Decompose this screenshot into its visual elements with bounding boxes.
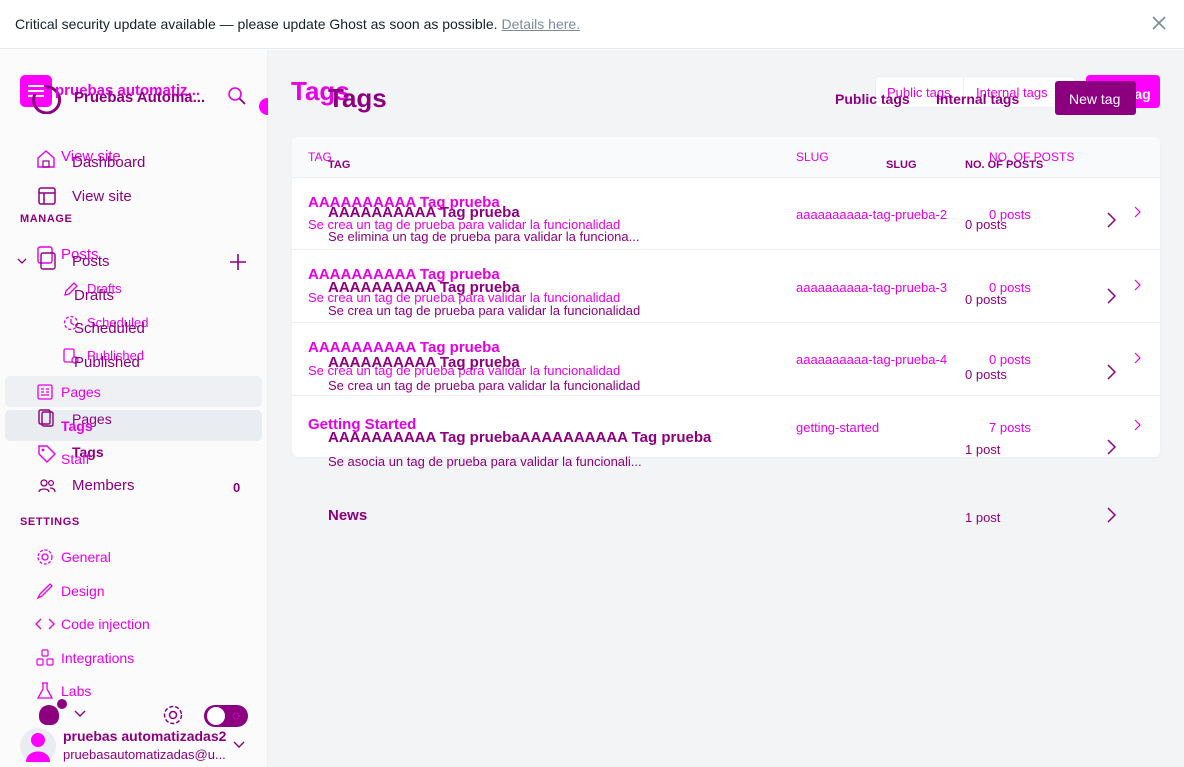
flask-icon — [36, 682, 54, 699]
new-tag-label-secondary[interactable]: New tag — [1069, 91, 1120, 107]
sidebar-item-dashboard[interactable]: Dashboard — [72, 154, 145, 171]
tag-name-secondary[interactable]: News — [328, 507, 367, 524]
tag-slug: aaaaaaaaaa-tag-prueba-2 — [796, 207, 948, 222]
layout-icon — [38, 187, 56, 205]
col-tag-secondary: TAG — [328, 159, 351, 171]
user-avatar-small[interactable] — [39, 705, 59, 725]
manage-section-label: MANAGE — [20, 213, 73, 225]
pages-icon — [37, 384, 53, 400]
tab-internal-tags-secondary[interactable]: Internal tags — [936, 91, 1019, 107]
chevron-right-icon[interactable] — [1106, 507, 1116, 523]
chevron-right-icon[interactable] — [1106, 439, 1116, 455]
col-slug-secondary: SLUG — [886, 159, 917, 171]
tag-post-count-secondary: 1 post — [965, 510, 1001, 525]
tag-slug: aaaaaaaaaa-tag-prueba-3 — [796, 280, 948, 295]
toggle-knob — [207, 707, 225, 725]
tag-description-secondary: Se elimina un tag de prueba para validar… — [328, 229, 640, 244]
col-slug: SLUG — [796, 150, 829, 164]
moon-icon — [232, 712, 240, 720]
sidebar-item-view-site[interactable]: View site — [72, 188, 132, 205]
col-posts-secondary: NO. OF POSTS — [965, 159, 1044, 171]
site-title-secondary[interactable]: Pruebas Automa... — [74, 89, 205, 106]
banner-details-link[interactable]: Details here. — [502, 16, 581, 32]
tag-name-secondary[interactable]: AAAAAAAAAA Tag pruebaAAAAAAAAAA Tag prue… — [328, 429, 711, 446]
tag-slug: getting-started — [796, 420, 880, 435]
banner-message: Critical security update available — ple… — [15, 16, 580, 32]
chevron-right-icon[interactable] — [1106, 212, 1116, 228]
gear-icon — [37, 549, 53, 565]
tag-name-secondary[interactable]: AAAAAAAAAA Tag prueba — [328, 354, 520, 371]
tag-icon — [38, 445, 56, 463]
search-icon[interactable] — [227, 86, 247, 106]
settings-gear-icon[interactable] — [162, 704, 184, 726]
chevron-right-icon[interactable] — [1106, 288, 1116, 304]
sidebar-item-code-injection[interactable]: Code injection — [61, 616, 150, 632]
close-icon[interactable] — [1151, 15, 1167, 31]
tab-public-tags-secondary[interactable]: Public tags — [835, 91, 910, 107]
chevron-down-icon[interactable] — [17, 257, 27, 265]
code-icon — [35, 618, 55, 630]
chevron-right-icon[interactable] — [1133, 279, 1141, 291]
user-email: pruebasautomatizadas@u... — [63, 747, 226, 762]
chevron-right-icon[interactable] — [1133, 206, 1141, 218]
members-count-badge: 0 — [233, 480, 241, 495]
tag-name-secondary[interactable]: AAAAAAAAAA Tag prueba — [328, 279, 520, 296]
user-name[interactable]: pruebas automatizadas2 — [63, 728, 226, 744]
tag-name-secondary[interactable]: AAAAAAAAAA Tag prueba — [328, 204, 520, 221]
integrations-icon — [36, 649, 54, 666]
tag-post-count-secondary: 0 posts — [965, 292, 1007, 307]
tag-post-count: 7 posts — [989, 420, 1031, 435]
tags-label[interactable]: Tags — [61, 418, 93, 434]
page-title-secondary: Tags — [328, 83, 387, 113]
tag-post-count-secondary: 0 posts — [965, 367, 1007, 382]
sidebar-item-drafts[interactable]: Drafts — [74, 287, 114, 304]
sidebar-item-published[interactable]: Published — [74, 354, 140, 371]
home-icon — [37, 150, 55, 168]
chevron-right-icon[interactable] — [1106, 364, 1116, 380]
tag-description-secondary: Se crea un tag de prueba para validar la… — [328, 303, 641, 318]
posts-icon — [37, 246, 56, 270]
add-post-icon[interactable] — [229, 253, 247, 271]
sidebar-item-design[interactable]: Design — [61, 583, 105, 599]
chevron-down-icon[interactable] — [74, 710, 86, 718]
row-divider — [292, 249, 1160, 250]
row-divider — [292, 395, 1160, 396]
tag-post-count-secondary: 0 posts — [965, 217, 1007, 232]
pages-icon-secondary — [38, 409, 54, 427]
user-icon — [26, 733, 50, 762]
sidebar-item-general[interactable]: General — [61, 549, 111, 565]
sidebar-item-scheduled[interactable]: Scheduled — [74, 320, 145, 337]
sidebar-item-integrations[interactable]: Integrations — [61, 650, 134, 666]
chevron-right-icon[interactable] — [1133, 352, 1141, 364]
sidebar-item-labs[interactable]: Labs — [61, 683, 91, 699]
pages-label[interactable]: Pages — [61, 384, 101, 400]
banner-text: Critical security update available — ple… — [15, 16, 498, 32]
chevron-right-icon[interactable] — [1133, 419, 1141, 431]
members-icon — [38, 479, 56, 493]
tag-description-secondary: Se crea un tag de prueba para validar la… — [328, 378, 641, 393]
brush-icon — [36, 583, 53, 600]
sidebar-item-posts[interactable]: Posts — [72, 253, 110, 270]
sidebar-item-staff[interactable]: Staff — [61, 451, 90, 467]
tag-post-count: 0 posts — [989, 352, 1031, 367]
tag-slug: aaaaaaaaaa-tag-prueba-4 — [796, 352, 948, 367]
tag-description-secondary: Se asocia un tag de prueba para validar … — [328, 454, 642, 469]
chevron-down-icon[interactable] — [233, 741, 245, 749]
settings-section-label: SETTINGS — [20, 516, 80, 528]
row-divider — [292, 322, 1160, 323]
status-dot — [57, 699, 67, 709]
tag-post-count-secondary: 1 post — [965, 442, 1001, 457]
sidebar-item-members[interactable]: Members — [72, 477, 135, 494]
